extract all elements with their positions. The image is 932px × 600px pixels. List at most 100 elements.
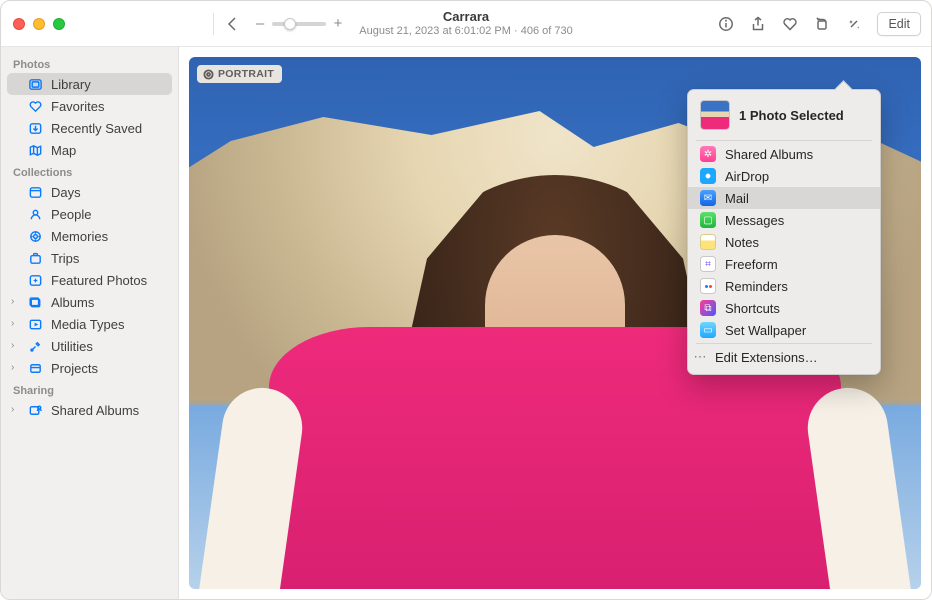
sidebar-item-label: Trips — [51, 251, 79, 266]
zoom-slider[interactable] — [272, 22, 326, 26]
share-item-edit-extensions[interactable]: ⋯ Edit Extensions… — [688, 346, 880, 368]
utilities-icon — [27, 338, 43, 354]
info-button[interactable] — [711, 10, 741, 38]
share-item-label: Reminders — [725, 279, 788, 294]
minimize-window-button[interactable] — [33, 18, 45, 30]
shared-albums-app-icon: ✲ — [700, 146, 716, 162]
chevron-right-icon[interactable]: › — [11, 362, 21, 373]
chevron-left-icon — [225, 16, 241, 32]
sidebar-item-projects[interactable]: › Projects — [7, 357, 172, 379]
sidebar-item-media-types[interactable]: › Media Types — [7, 313, 172, 335]
people-icon — [27, 206, 43, 222]
share-item-label: Shortcuts — [725, 301, 780, 316]
back-button[interactable] — [218, 10, 248, 38]
sidebar-item-label: Library — [51, 77, 91, 92]
share-item-label: Mail — [725, 191, 749, 206]
photo-subtitle: August 21, 2023 at 6:01:02 PM · 406 of 7… — [359, 25, 572, 38]
sidebar-item-featured-photos[interactable]: Featured Photos — [7, 269, 172, 291]
suitcase-icon — [27, 250, 43, 266]
projects-icon — [27, 360, 43, 376]
portrait-badge[interactable]: PORTRAIT — [197, 65, 282, 83]
share-item-label: Set Wallpaper — [725, 323, 806, 338]
sidebar-item-map[interactable]: Map — [7, 139, 172, 161]
sidebar-item-label: Shared Albums — [51, 403, 139, 418]
share-item-notes[interactable]: Notes — [688, 231, 880, 253]
sidebar-item-library[interactable]: Library — [7, 73, 172, 95]
window-controls — [13, 18, 65, 30]
zoom-slider-knob[interactable] — [284, 18, 296, 30]
chevron-right-icon[interactable]: › — [11, 318, 21, 329]
memories-icon — [27, 228, 43, 244]
map-icon — [27, 142, 43, 158]
edit-button[interactable]: Edit — [877, 12, 921, 36]
sidebar-item-label: Days — [51, 185, 81, 200]
sidebar-item-trips[interactable]: Trips — [7, 247, 172, 269]
share-item-airdrop[interactable]: AirDrop — [688, 165, 880, 187]
sidebar-item-label: Memories — [51, 229, 108, 244]
sidebar-item-label: Recently Saved — [51, 121, 142, 136]
calendar-icon — [27, 184, 43, 200]
share-item-shared-albums[interactable]: ✲ Shared Albums — [688, 143, 880, 165]
albums-icon — [27, 294, 43, 310]
share-item-freeform[interactable]: ⌗ Freeform — [688, 253, 880, 275]
share-item-reminders[interactable]: Reminders — [688, 275, 880, 297]
zoom-control[interactable]: – + — [254, 15, 344, 32]
app-window: – + Carrara August 21, 2023 at 6:01:02 P… — [0, 0, 932, 600]
sparkle-icon — [27, 272, 43, 288]
share-item-messages[interactable]: ▢ Messages — [688, 209, 880, 231]
title-group: Carrara August 21, 2023 at 6:01:02 PM · … — [359, 10, 572, 38]
share-item-shortcuts[interactable]: ⧉ Shortcuts — [688, 297, 880, 319]
sidebar-item-albums[interactable]: › Albums — [7, 291, 172, 313]
favorite-button[interactable] — [775, 10, 805, 38]
fullscreen-window-button[interactable] — [53, 18, 65, 30]
photo-index: 406 of 730 — [521, 25, 573, 37]
sidebar-item-label: People — [51, 207, 91, 222]
notes-icon — [700, 234, 716, 250]
wallpaper-icon: ▭ — [700, 322, 716, 338]
sidebar-item-label: Media Types — [51, 317, 124, 332]
messages-icon: ▢ — [700, 212, 716, 228]
share-menu-header: 1 Photo Selected — [688, 96, 880, 138]
rotate-button[interactable] — [807, 10, 837, 38]
sidebar-item-label: Map — [51, 143, 76, 158]
share-selection-count: 1 Photo Selected — [739, 108, 844, 123]
chevron-right-icon[interactable]: › — [11, 340, 21, 351]
sidebar-item-shared-albums[interactable]: › Shared Albums — [7, 399, 172, 421]
sidebar-item-label: Featured Photos — [51, 273, 147, 288]
share-thumbnail — [700, 100, 730, 130]
location-title: Carrara — [359, 10, 572, 25]
menu-divider — [696, 343, 872, 344]
zoom-out-label: – — [254, 15, 266, 32]
shortcuts-icon: ⧉ — [700, 300, 716, 316]
airdrop-icon — [700, 168, 716, 184]
zoom-in-label: + — [332, 15, 344, 32]
sidebar-item-recently-saved[interactable]: Recently Saved — [7, 117, 172, 139]
sidebar-item-favorites[interactable]: Favorites — [7, 95, 172, 117]
download-icon — [27, 120, 43, 136]
sidebar-item-label: Projects — [51, 361, 98, 376]
share-item-set-wallpaper[interactable]: ▭ Set Wallpaper — [688, 319, 880, 341]
main-body: Photos Library Favorites Recently Saved … — [1, 47, 931, 599]
sidebar-item-label: Utilities — [51, 339, 93, 354]
share-button[interactable] — [743, 10, 773, 38]
share-item-mail[interactable]: ✉ Mail — [688, 187, 880, 209]
sidebar-item-utilities[interactable]: › Utilities — [7, 335, 172, 357]
sidebar-item-memories[interactable]: Memories — [7, 225, 172, 247]
share-menu: 1 Photo Selected ✲ Shared Albums AirDrop… — [687, 89, 881, 375]
shared-albums-icon — [27, 402, 43, 418]
share-item-label: Edit Extensions… — [715, 350, 818, 365]
enhance-button[interactable] — [839, 10, 869, 38]
sidebar-item-people[interactable]: People — [7, 203, 172, 225]
portrait-badge-icon — [203, 69, 214, 80]
chevron-right-icon[interactable]: › — [11, 404, 21, 415]
sidebar-item-days[interactable]: Days — [7, 181, 172, 203]
share-icon — [750, 16, 766, 32]
sidebar-item-label: Favorites — [51, 99, 104, 114]
chevron-right-icon[interactable]: › — [11, 296, 21, 307]
mail-icon: ✉ — [700, 190, 716, 206]
toolbar-separator — [213, 13, 214, 35]
toolbar: – + Carrara August 21, 2023 at 6:01:02 P… — [1, 1, 931, 47]
freeform-icon: ⌗ — [700, 256, 716, 272]
portrait-badge-label: PORTRAIT — [218, 68, 274, 80]
close-window-button[interactable] — [13, 18, 25, 30]
